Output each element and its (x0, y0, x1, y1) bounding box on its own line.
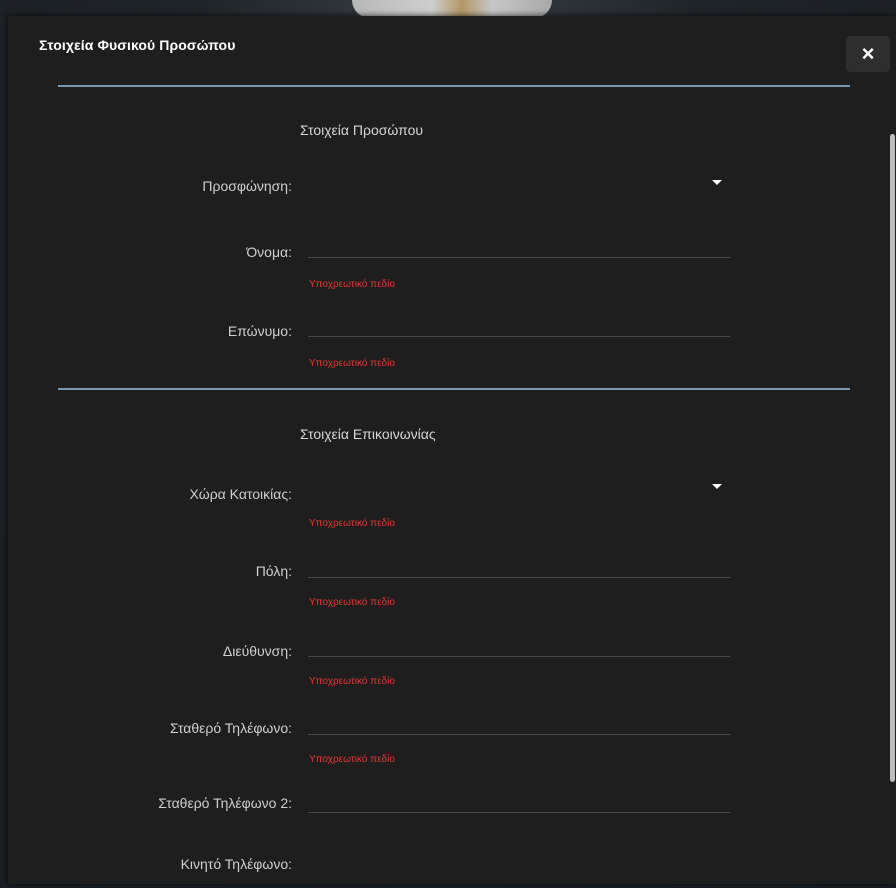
mobile-label: Κινητό Τηλέφωνο: (180, 856, 292, 872)
city-input[interactable] (308, 557, 730, 578)
country-error: Υποχρεωτικό πεδίο (309, 518, 395, 529)
landline-input[interactable] (308, 714, 730, 735)
chevron-down-icon (712, 180, 722, 185)
address-error: Υποχρεωτικό πεδίο (309, 676, 395, 687)
landline2-input[interactable] (308, 792, 730, 813)
close-button[interactable]: × (846, 36, 890, 72)
address-label: Διεύθυνση: (222, 643, 292, 659)
city-error: Υποχρεωτικό πεδίο (309, 597, 395, 608)
landline-error: Υποχρεωτικό πεδίο (309, 754, 395, 765)
chevron-down-icon (712, 484, 722, 489)
landline2-label: Σταθερό Τηλέφωνο 2: (158, 795, 292, 811)
city-label: Πόλη: (255, 563, 292, 579)
salutation-select[interactable] (308, 174, 730, 194)
scrollbar[interactable] (890, 134, 895, 782)
first-name-error: Υποχρεωτικό πεδίο (309, 279, 395, 290)
salutation-label: Προσφώνηση: (202, 178, 292, 194)
dialog-header: Στοιχεία Φυσικού Προσώπου × (8, 16, 896, 74)
country-select[interactable] (308, 478, 730, 498)
landline-label: Σταθερό Τηλέφωνο: (169, 720, 292, 736)
section-divider (58, 85, 850, 87)
last-name-input[interactable] (308, 316, 730, 337)
person-details-dialog: Στοιχεία Φυσικού Προσώπου × Στοιχεία Προ… (8, 16, 896, 884)
last-name-error: Υποχρεωτικό πεδίο (309, 358, 395, 369)
section-title-person: Στοιχεία Προσώπου (300, 122, 424, 138)
close-icon: × (861, 41, 875, 66)
first-name-label: Όνομα: (246, 244, 292, 260)
section-title-contact: Στοιχεία Επικοινωνίας (300, 426, 436, 442)
first-name-input[interactable] (308, 237, 730, 258)
address-input[interactable] (308, 636, 730, 657)
country-label: Χώρα Κατοικίας: (189, 486, 292, 502)
section-divider (58, 388, 850, 390)
dialog-title: Στοιχεία Φυσικού Προσώπου (39, 37, 236, 53)
last-name-label: Επώνυμο: (227, 323, 292, 339)
